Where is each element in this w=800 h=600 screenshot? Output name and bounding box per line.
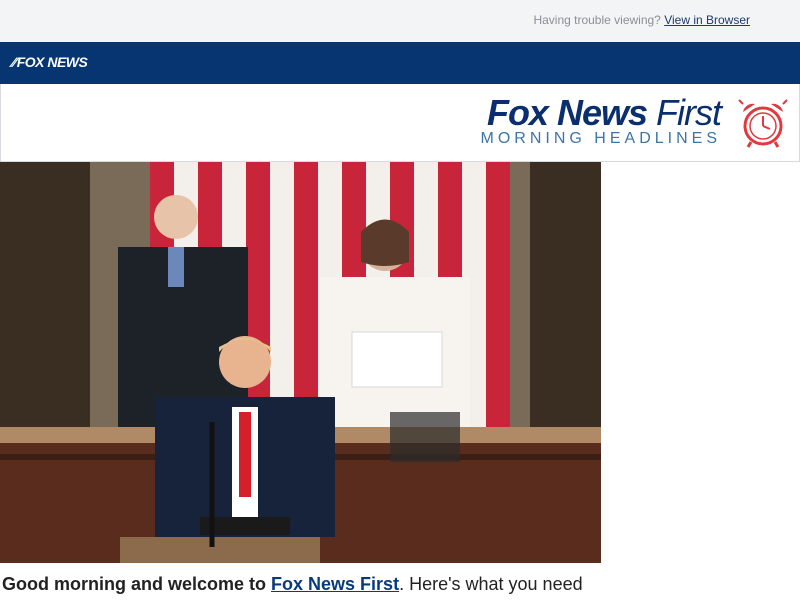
intro-rest: . Here's what you need [399, 574, 583, 594]
intro-paragraph: Good morning and welcome to Fox News Fir… [2, 574, 792, 595]
hero-photo-illustration [0, 162, 601, 563]
fox-news-nav: ⁄⁄FOX NEWS [0, 42, 800, 87]
brand-light: First [656, 92, 722, 133]
alarm-clock-icon [738, 99, 788, 148]
view-in-browser-link[interactable]: View in Browser [664, 13, 750, 27]
trouble-viewing-line: Having trouble viewing? View in Browser [533, 13, 750, 27]
trouble-text: Having trouble viewing? [533, 13, 661, 27]
brand-subtitle: MORNING HEADLINES [480, 130, 721, 147]
brand-title: Fox News First [481, 92, 722, 133]
logo-slash-icon: ⁄⁄ [12, 54, 16, 70]
hero-photo[interactable] [0, 162, 601, 563]
intro-lead: Good morning and welcome to [2, 574, 267, 594]
logo-text: FOX NEWS [16, 54, 88, 70]
top-utility-bar: Having trouble viewing? View in Browser [0, 0, 800, 42]
brand-bold: Fox News [486, 92, 648, 133]
fox-news-first-link[interactable]: Fox News First [271, 574, 399, 594]
fox-news-first-brand[interactable]: Fox News First MORNING HEADLINES [480, 92, 722, 148]
newsletter-header: Fox News First MORNING HEADLINES [0, 84, 800, 162]
fox-news-logo[interactable]: ⁄⁄FOX NEWS [12, 54, 88, 70]
